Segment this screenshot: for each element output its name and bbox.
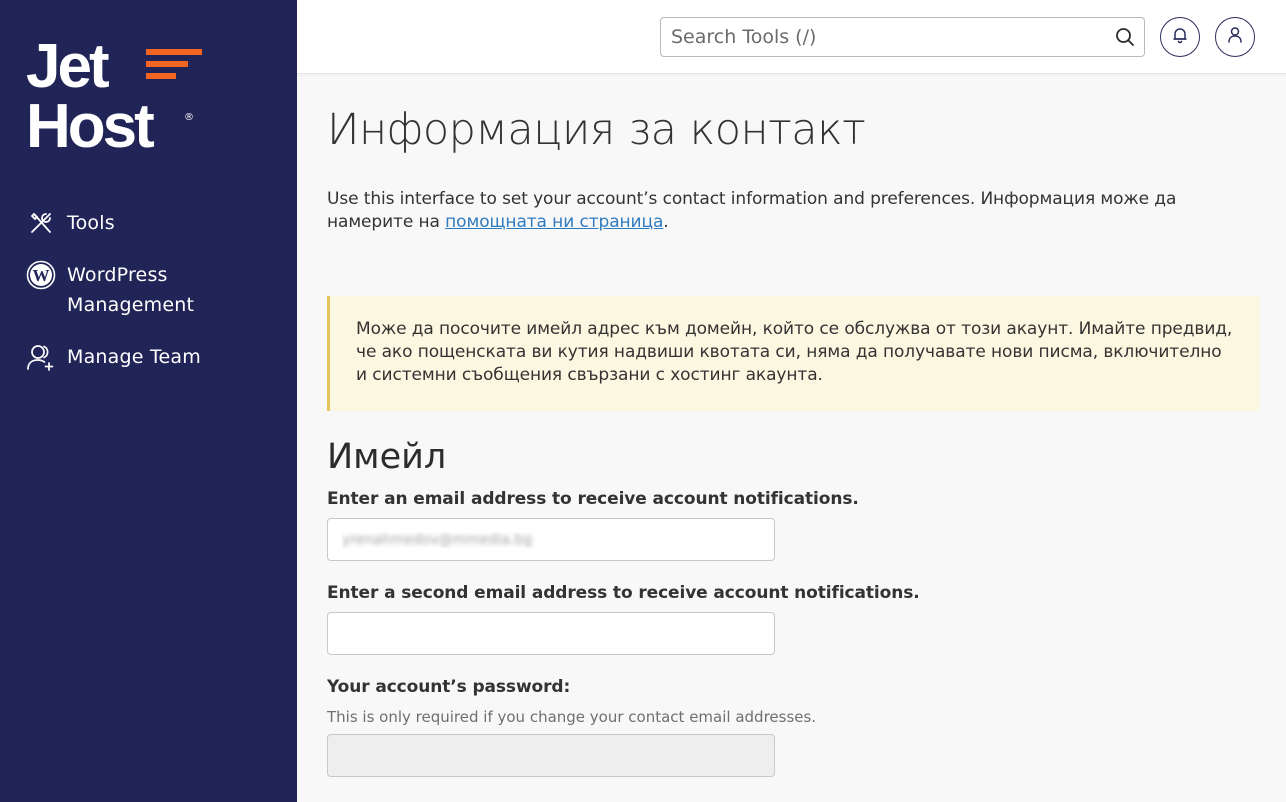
search-icon[interactable]: [1114, 26, 1136, 48]
warning-alert: Може да посочите имейл адрес към домейн,…: [327, 296, 1260, 411]
sidebar-item-label: Manage Team: [67, 346, 201, 368]
email2-field[interactable]: [327, 612, 775, 655]
logo-word-host: Host: [26, 92, 155, 161]
search-input[interactable]: [661, 18, 1101, 56]
sidebar-item-label: Tools: [67, 212, 115, 234]
email-section-title: Имейл: [327, 437, 447, 477]
search-box: [660, 17, 1145, 57]
intro-text-end: .: [663, 212, 669, 232]
top-bar: [297, 0, 1286, 74]
help-page-link[interactable]: помощната ни страница: [445, 212, 663, 232]
logo-stripes: [146, 49, 202, 79]
sidebar-item-tools[interactable]: Tools: [0, 200, 297, 246]
user-icon: [1226, 26, 1244, 48]
password-help: This is only required if you change your…: [327, 708, 817, 726]
logo-word-jet: Jet: [26, 32, 110, 101]
logo-registered-mark: ®: [184, 112, 194, 123]
email2-label: Enter a second email address to receive …: [327, 583, 920, 603]
email1-field[interactable]: [327, 518, 775, 561]
sidebar-nav: Tools W WordPress Management Manage Team: [0, 200, 297, 386]
main-content: Информация за контакт Use this interface…: [327, 74, 1262, 777]
password-label: Your account’s password:: [327, 677, 571, 697]
wordpress-icon: W: [26, 260, 56, 290]
page-title: Информация за контакт: [327, 105, 866, 155]
sidebar-item-manage-team[interactable]: Manage Team: [0, 334, 297, 380]
svg-text:W: W: [33, 266, 50, 285]
manage-team-icon: [26, 342, 56, 372]
sidebar-item-label: WordPress Management: [67, 264, 195, 316]
tools-icon: [26, 208, 56, 238]
sidebar: Jet Host ® Tools W WordPress Management …: [0, 0, 297, 802]
user-menu-button[interactable]: [1215, 17, 1255, 57]
notifications-button[interactable]: [1160, 17, 1200, 57]
sidebar-item-wordpress[interactable]: W WordPress Management: [0, 252, 297, 328]
email1-label: Enter an email address to receive accoun…: [327, 489, 859, 509]
jethost-logo[interactable]: Jet Host ®: [26, 32, 206, 161]
bell-icon: [1171, 26, 1189, 48]
intro-text: Use this interface to set your account’s…: [327, 188, 1262, 234]
password-field[interactable]: [327, 734, 775, 777]
